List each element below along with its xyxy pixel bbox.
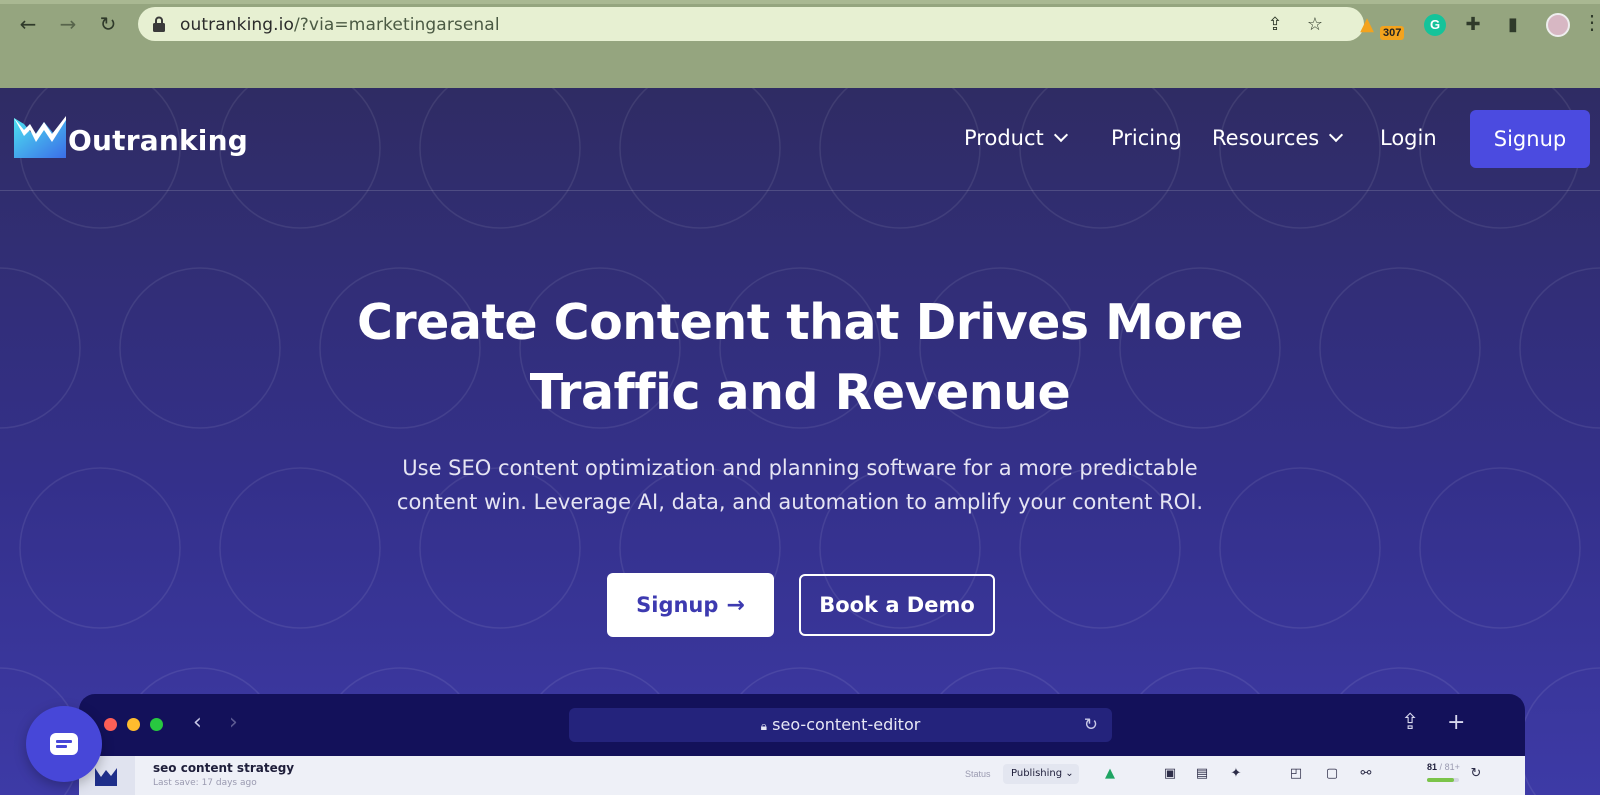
address-url: outranking.io/?via=marketingarsenal xyxy=(180,15,500,35)
reload-icon[interactable]: ↻ xyxy=(94,10,122,38)
arrow-right-icon: → xyxy=(726,593,745,618)
mock-address-bar: 🔒︎ seo-content-editor ↻ xyxy=(569,708,1112,742)
share-icon[interactable]: ⇪ xyxy=(1264,14,1286,36)
mock-url-text: seo-content-editor xyxy=(772,715,921,734)
chevron-down-icon xyxy=(1329,127,1344,143)
mock-reload-icon: ↻ xyxy=(1083,715,1098,735)
extension-badge: 307 xyxy=(1380,26,1405,40)
nav-login[interactable]: Login xyxy=(1380,126,1437,150)
chevron-down-icon: ⌄ xyxy=(1065,768,1074,779)
mock-refresh-icon: ↻ xyxy=(1470,766,1482,781)
mock-forward-icon: › xyxy=(229,710,238,735)
hero-subtitle: Use SEO content optimization and plannin… xyxy=(360,451,1240,519)
book-demo-button[interactable]: Book a Demo xyxy=(799,574,995,636)
profile-avatar[interactable] xyxy=(1546,13,1570,37)
mock-score-bar-fill xyxy=(1427,778,1455,782)
nav-login-label: Login xyxy=(1380,126,1437,150)
link-graph-icon: ⚯ xyxy=(1360,766,1372,781)
header-signup-button[interactable]: Signup xyxy=(1470,110,1590,168)
mock-plus-icon: + xyxy=(1447,710,1466,735)
back-arrow-icon[interactable]: ← xyxy=(14,10,42,38)
editor-preview-window: ‹ › 🔒︎ seo-content-editor ↻ ⇪ + seo cont… xyxy=(79,694,1525,795)
mock-score-value: 81 xyxy=(1427,762,1438,772)
note-icon: ◰ xyxy=(1289,766,1303,781)
window-close-dot xyxy=(104,718,117,731)
chat-widget-button[interactable] xyxy=(26,706,102,782)
mock-last-save: Last save: 17 days ago xyxy=(153,778,257,788)
site-header: Outranking Product Pricing Resources Log… xyxy=(0,88,1600,191)
mock-score-target: 81+ xyxy=(1444,762,1460,772)
chat-icon xyxy=(50,733,78,755)
outranking-logo-icon[interactable] xyxy=(12,114,68,160)
nav-pricing[interactable]: Pricing xyxy=(1111,126,1182,150)
tab-strip xyxy=(0,0,1600,4)
nav-product-label: Product xyxy=(964,126,1044,150)
grammarly-icon[interactable]: G xyxy=(1424,14,1446,36)
chevron-down-icon xyxy=(1053,127,1068,143)
lock-icon xyxy=(153,16,165,32)
extension-icon[interactable]: ▲ xyxy=(1354,12,1380,38)
mock-status-label: Status xyxy=(965,769,991,779)
browser-chrome: ← → ↻ outranking.io/?via=marketingarsena… xyxy=(0,0,1600,88)
address-bar[interactable]: outranking.io/?via=marketingarsenal ⇪ ☆ xyxy=(138,7,1364,41)
nav-resources-label: Resources xyxy=(1212,126,1320,150)
nav-pricing-label: Pricing xyxy=(1111,126,1182,150)
mock-editor-toolbar: seo content strategy Last save: 17 days … xyxy=(79,756,1525,795)
mock-doc-title: seo content strategy xyxy=(153,761,295,775)
ai-sparkle-icon: ✦ xyxy=(1230,766,1242,781)
mock-status-value: Publishing xyxy=(1011,768,1063,779)
comment-icon: ▢ xyxy=(1325,766,1339,781)
url-path: /?via=marketingarsenal xyxy=(293,15,500,35)
forward-arrow-icon[interactable]: → xyxy=(54,10,82,38)
more-menu-icon[interactable]: ⋮ xyxy=(1582,10,1600,35)
mock-share-icon: ⇪ xyxy=(1401,710,1420,735)
url-host: outranking.io xyxy=(180,15,294,35)
doc-export-icon: ▤ xyxy=(1195,766,1209,781)
star-icon[interactable]: ☆ xyxy=(1304,14,1326,36)
web-page: Outranking Product Pricing Resources Log… xyxy=(0,88,1600,795)
hero-title: Create Content that Drives More Traffic … xyxy=(300,288,1300,428)
window-maximize-dot xyxy=(150,718,163,731)
brand-name[interactable]: Outranking xyxy=(68,124,248,157)
hero-title-line1: Create Content that Drives More xyxy=(357,294,1243,351)
background-pattern xyxy=(0,88,1600,795)
hero-signup-button[interactable]: Signup → xyxy=(607,573,774,637)
hero-title-line2: Traffic and Revenue xyxy=(529,364,1071,421)
nav-resources[interactable]: Resources xyxy=(1212,126,1344,150)
mock-lock-icon: 🔒︎ xyxy=(760,719,768,733)
hero-signup-label: Signup xyxy=(636,593,719,617)
save-icon: ▣ xyxy=(1163,766,1177,781)
side-panel-icon[interactable]: ▮ xyxy=(1500,12,1526,38)
google-drive-icon: ▲ xyxy=(1105,766,1115,781)
mock-back-icon: ‹ xyxy=(193,710,202,735)
window-minimize-dot xyxy=(127,718,140,731)
mock-status-select: Publishing ⌄ xyxy=(1003,764,1079,784)
puzzle-icon[interactable]: ✚ xyxy=(1460,12,1486,38)
nav-product[interactable]: Product xyxy=(964,126,1068,150)
mock-score-bar xyxy=(1427,778,1459,782)
hero-subtitle-line1: Use SEO content optimization and plannin… xyxy=(402,456,1198,480)
mock-score: 81 / 81+ xyxy=(1427,762,1460,772)
hero-subtitle-line2: content win. Leverage AI, data, and auto… xyxy=(396,490,1204,514)
